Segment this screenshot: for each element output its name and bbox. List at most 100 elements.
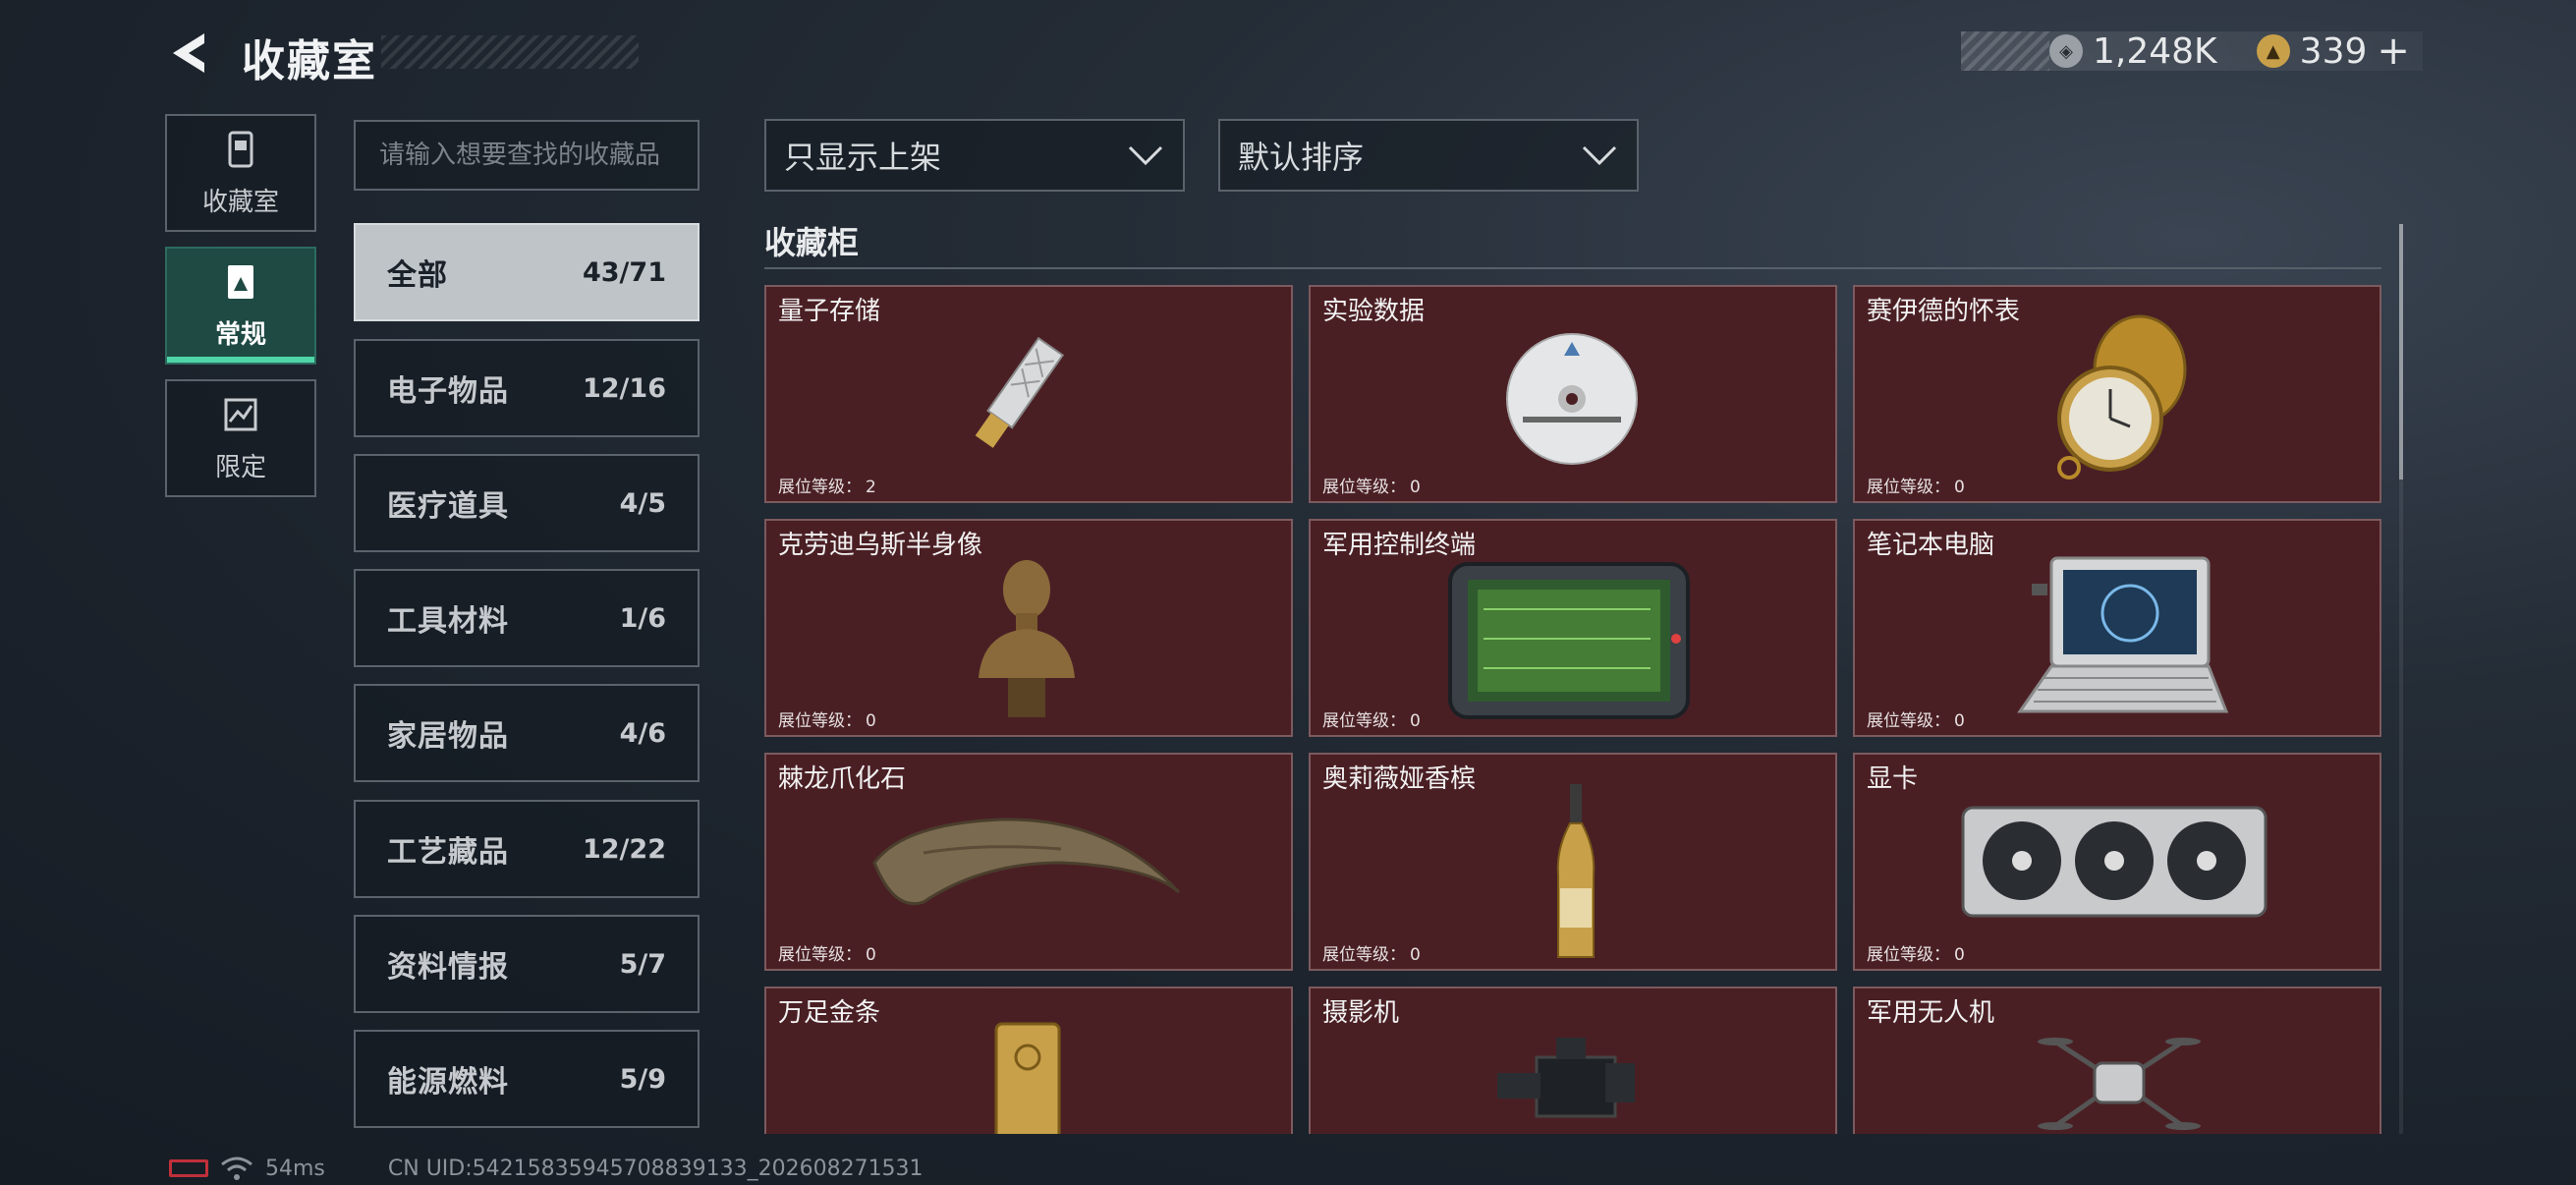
category-count: 43/71: [582, 256, 666, 288]
item-name: 笔记本电脑: [1867, 531, 1995, 560]
item-name: 克劳迪乌斯半身像: [778, 531, 983, 560]
level-text: 展位等级： 0: [1863, 706, 1965, 731]
rail-tab-label: 收藏室: [201, 187, 279, 217]
rail-tab-limited[interactable]: 限定: [165, 379, 316, 497]
level-text: 展位等级： 2: [774, 473, 876, 497]
level-label: 展位等级：: [1867, 478, 1950, 497]
category-count: 1/6: [619, 602, 666, 634]
drone-image: [2038, 1038, 2201, 1130]
level-value: 0: [866, 945, 876, 965]
battery-icon: [169, 1159, 208, 1177]
champagne-bottle-image: [1556, 784, 1596, 958]
gold-bar-image: [994, 1022, 1061, 1134]
silver-amount: 1,248K: [2093, 30, 2217, 72]
uid-text: CN UID:542158359457088391​33_20260827153…: [387, 1156, 924, 1181]
item-card-graphics-card[interactable]: 显卡 展位等级： 0: [1853, 753, 2381, 971]
category-count: 5/9: [619, 1063, 666, 1095]
item-card-pocket-watch[interactable]: 赛伊德的怀表 展位等级： 0: [1853, 285, 2381, 503]
display-filter-dropdown[interactable]: 只显示上架: [764, 119, 1185, 192]
scrollbar-thumb[interactable]: [2399, 224, 2403, 480]
category-electronics[interactable]: 电子物品 12/16: [354, 339, 700, 437]
category-name: 医疗道具: [387, 489, 509, 524]
category-household[interactable]: 家居物品 4/6: [354, 684, 700, 782]
category-intel[interactable]: 资料情报 5/7: [354, 915, 700, 1013]
category-name: 全部: [387, 258, 448, 293]
item-name: 量子存储: [778, 297, 881, 326]
laptop-image: [2017, 556, 2228, 713]
item-card-quantum-storage[interactable]: 量子存储 展位等级： 2: [764, 285, 1293, 503]
rail-tab-regular[interactable]: 常规: [165, 247, 316, 365]
level-value: 0: [1410, 478, 1421, 497]
currency-bar: ◈ 1,248K ▲ 339 +: [1961, 28, 2423, 74]
item-name: 摄影机: [1322, 998, 1400, 1028]
back-arrow-icon[interactable]: [165, 29, 216, 77]
page-title: 收藏室: [242, 36, 377, 86]
category-energy[interactable]: 能源燃料 5/9: [354, 1030, 700, 1128]
level-value: 0: [1954, 945, 1965, 965]
category-crafts[interactable]: 工艺藏品 12/22: [354, 800, 700, 898]
item-name: 军用无人机: [1867, 998, 1995, 1028]
sort-dropdown[interactable]: 默认排序: [1218, 119, 1639, 192]
level-label: 展位等级：: [778, 945, 862, 965]
item-card-gold-bar[interactable]: 万足金条: [764, 987, 1293, 1134]
category-count: 4/6: [619, 717, 666, 749]
document-icon: [228, 264, 253, 299]
category-name: 资料情报: [387, 950, 509, 985]
rail-tab-collection-room[interactable]: 收藏室: [165, 114, 316, 232]
chevron-down-icon: [1582, 145, 1617, 166]
level-label: 展位等级：: [1322, 711, 1406, 731]
item-name: 棘龙爪化石: [778, 764, 907, 794]
item-card-laptop[interactable]: 笔记本电脑 展位等级： 0: [1853, 519, 2381, 737]
level-text: 展位等级： 0: [774, 940, 876, 965]
category-name: 能源燃料: [387, 1065, 509, 1100]
bust-statue-image: [979, 560, 1075, 717]
item-card-military-terminal[interactable]: 军用控制终端 展位等级： 0: [1309, 519, 1837, 737]
gold-coin-icon: ▲: [2256, 34, 2290, 68]
category-count: 12/22: [582, 833, 666, 865]
title-decoration: [381, 35, 639, 69]
item-card-olivia-champagne[interactable]: 奥莉薇娅香槟 展位等级： 0: [1309, 753, 1837, 971]
section-title: 收藏柜: [764, 224, 860, 261]
level-text: 展位等级： 0: [1863, 940, 1965, 965]
category-count: 5/7: [619, 948, 666, 980]
trash-bin-icon: [228, 131, 253, 167]
level-label: 展位等级：: [1867, 711, 1950, 731]
level-label: 展位等级：: [1867, 945, 1950, 965]
item-name: 显卡: [1867, 764, 1919, 794]
level-text: 展位等级： 0: [1318, 940, 1421, 965]
level-value: 0: [1410, 945, 1421, 965]
level-text: 展位等级： 0: [1318, 473, 1421, 497]
status-bar: 54ms CN UID:542158359457088391​33_202608…: [169, 1156, 924, 1181]
category-medical[interactable]: 医疗道具 4/5: [354, 454, 700, 552]
item-name: 万足金条: [778, 998, 881, 1028]
add-currency-button[interactable]: +: [2377, 28, 2410, 74]
category-name: 电子物品: [387, 374, 509, 409]
item-card-military-drone[interactable]: 军用无人机: [1853, 987, 2381, 1134]
item-card-spinosaurus-claw[interactable]: 棘龙爪化石 展位等级： 0: [764, 753, 1293, 971]
item-card-camera[interactable]: 摄影机: [1309, 987, 1837, 1134]
level-label: 展位等级：: [1322, 478, 1406, 497]
chevron-down-icon: [1128, 145, 1163, 166]
level-value: 0: [1410, 711, 1421, 731]
collection-grid: 量子存储 展位等级： 2 实验数据 展位等级： 0 赛伊德的怀表 展位等级： 0…: [764, 285, 2381, 1134]
category-tools[interactable]: 工具材料 1/6: [354, 569, 700, 667]
chart-icon: [224, 398, 257, 430]
category-name: 工艺藏品: [387, 835, 509, 870]
search-input[interactable]: [354, 120, 700, 191]
level-label: 展位等级：: [1322, 945, 1406, 965]
item-card-experiment-data[interactable]: 实验数据 展位等级： 0: [1309, 285, 1837, 503]
item-card-claudius-bust[interactable]: 克劳迪乌斯半身像 展位等级： 0: [764, 519, 1293, 737]
control-terminal-image: [1448, 562, 1690, 719]
gold-amount: 339: [2299, 30, 2368, 72]
rail-tab-label: 限定: [214, 452, 266, 482]
usb-drive-image: [975, 336, 1065, 448]
silver-coin-icon: ◈: [2049, 34, 2083, 68]
category-all[interactable]: 全部 43/71: [354, 223, 700, 321]
level-value: 0: [866, 711, 876, 731]
category-name: 家居物品: [387, 719, 509, 754]
level-label: 展位等级：: [778, 478, 862, 497]
item-name: 奥莉薇娅香槟: [1322, 764, 1477, 794]
level-label: 展位等级：: [778, 711, 862, 731]
ping-text: 54ms: [265, 1156, 325, 1181]
item-name: 实验数据: [1322, 297, 1426, 326]
